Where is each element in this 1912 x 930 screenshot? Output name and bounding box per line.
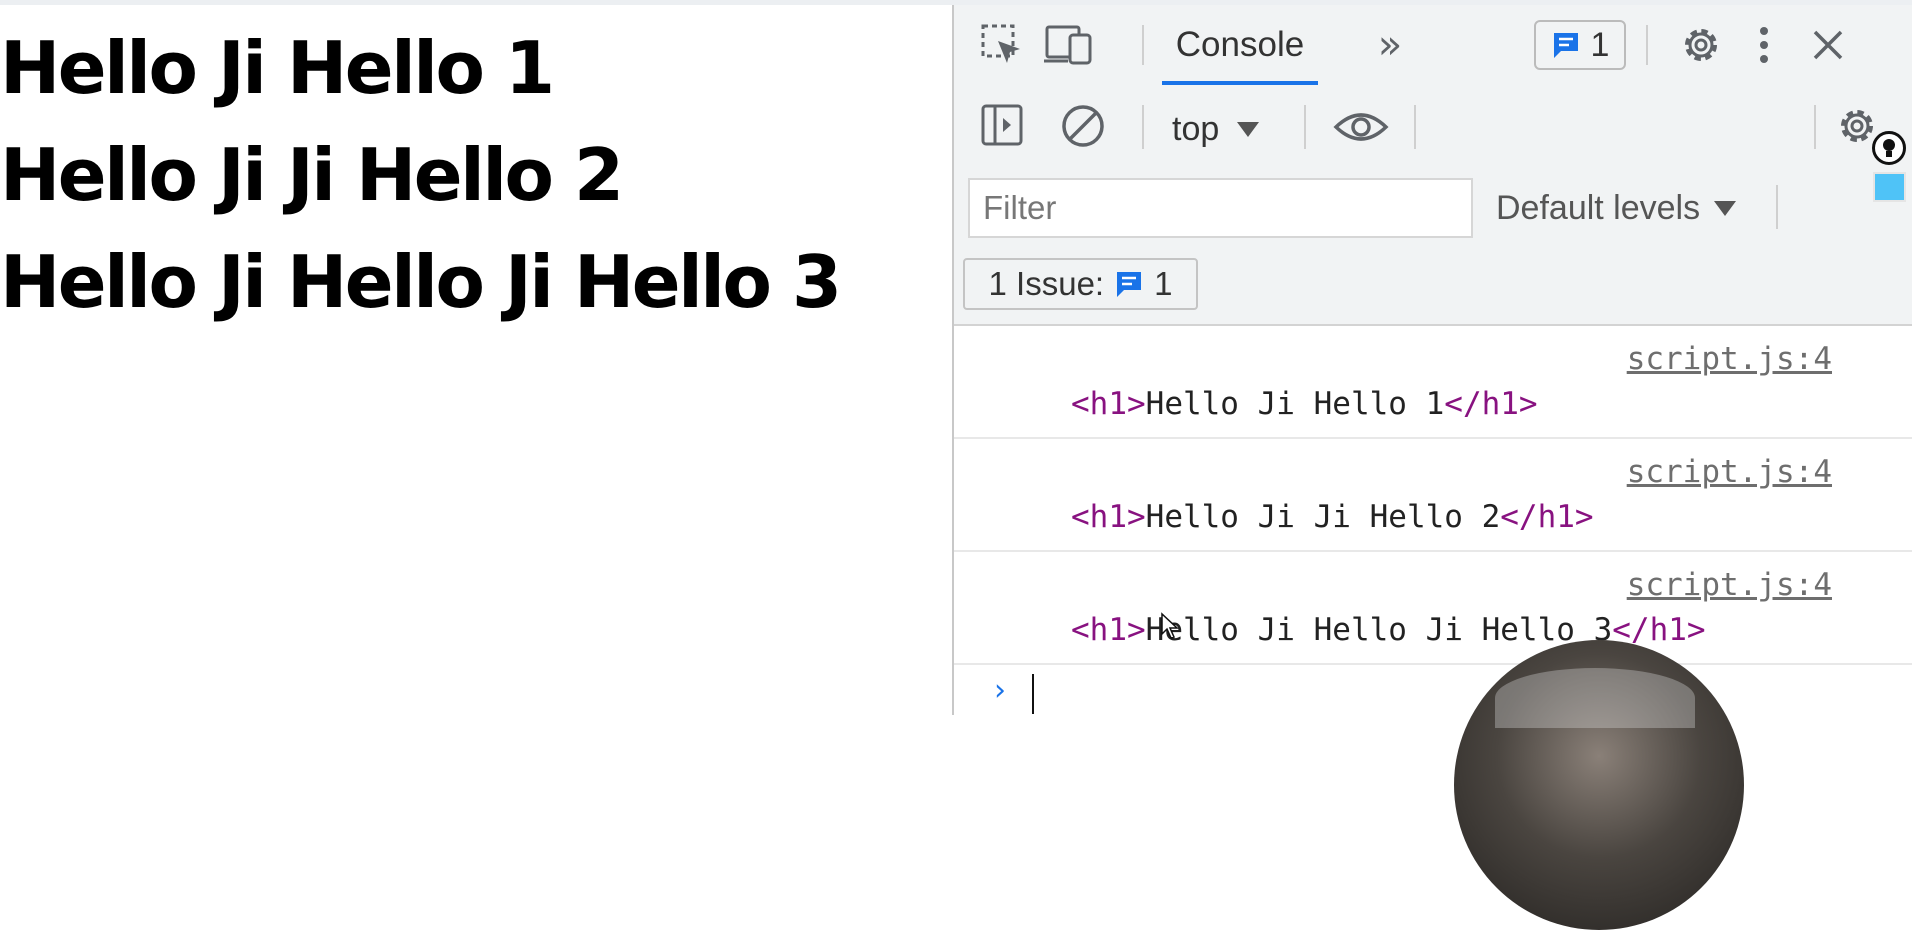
device-toolbar-icon[interactable] bbox=[1044, 23, 1094, 67]
open-tag: <h1> bbox=[1071, 499, 1146, 535]
clear-console-icon[interactable] bbox=[1060, 103, 1106, 149]
devtools-main-toolbar: Console » 1 bbox=[954, 5, 1912, 85]
message-icon bbox=[1117, 272, 1142, 297]
live-expression-eye-icon[interactable] bbox=[1332, 105, 1390, 149]
source-link[interactable]: script.js:4 bbox=[1627, 341, 1832, 377]
page-heading-3: Hello Ji Hello Ji Hello 3 bbox=[0, 240, 842, 324]
toolbar-divider bbox=[1646, 25, 1648, 65]
console-toolbar: top bbox=[954, 85, 1912, 170]
source-link[interactable]: script.js:4 bbox=[1627, 567, 1832, 603]
devtools-panel: Console » 1 top Filter Default levels 1 … bbox=[952, 5, 1912, 715]
element-text: Hello Ji Ji Hello 2 bbox=[1145, 499, 1501, 535]
kebab-menu-icon[interactable] bbox=[1754, 23, 1774, 67]
page-heading-1: Hello Ji Hello 1 bbox=[0, 26, 555, 110]
open-tag: <h1> bbox=[1071, 386, 1146, 422]
toolbar-divider bbox=[1142, 25, 1144, 65]
issues-badge-button[interactable]: 1 bbox=[1534, 20, 1626, 70]
context-label: top bbox=[1172, 109, 1220, 148]
toolbar-divider bbox=[1776, 185, 1778, 229]
logged-element[interactable]: <h1>Hello Ji Ji Hello 2</h1> bbox=[1071, 499, 1594, 535]
console-log: script.js:4 <h1>Hello Ji Hello 1</h1> sc… bbox=[954, 326, 1912, 715]
toolbar-divider bbox=[1814, 105, 1816, 149]
lightbulb-extension-icon[interactable] bbox=[1872, 131, 1906, 165]
page-heading-2: Hello Ji Ji Hello 2 bbox=[0, 133, 624, 217]
console-input-caret[interactable] bbox=[1032, 674, 1034, 714]
close-tag: </h1> bbox=[1500, 499, 1594, 535]
mouse-cursor-icon bbox=[1161, 612, 1179, 639]
log-levels-label: Default levels bbox=[1496, 188, 1701, 227]
source-link[interactable]: script.js:4 bbox=[1627, 454, 1832, 490]
context-selector[interactable]: top bbox=[1172, 107, 1260, 151]
close-tag: </h1> bbox=[1444, 386, 1538, 422]
message-icon bbox=[1553, 33, 1578, 58]
toolbar-divider bbox=[1414, 105, 1416, 149]
filter-input[interactable] bbox=[968, 178, 1473, 238]
element-picker-icon[interactable] bbox=[980, 23, 1024, 67]
sidebar-toggle-icon[interactable] bbox=[980, 103, 1024, 147]
logged-element[interactable]: <h1>Hello Ji Hello 1</h1> bbox=[1071, 386, 1538, 422]
element-text: Hello Ji Hello Ji Hello 3 bbox=[1145, 612, 1613, 648]
issues-label: 1 Issue: bbox=[988, 265, 1105, 302]
close-icon[interactable] bbox=[1808, 25, 1848, 65]
toolbar-divider bbox=[1304, 105, 1306, 149]
more-tabs-icon[interactable]: » bbox=[1368, 22, 1412, 68]
chevron-down-icon bbox=[1237, 121, 1260, 137]
issues-bar: 1 Issue: 1 bbox=[954, 248, 1912, 326]
web-page: Hello Ji Hello 1 Hello Ji Ji Hello 2 Hel… bbox=[0, 5, 952, 715]
issues-count-button[interactable]: 1 Issue: 1 bbox=[963, 258, 1198, 310]
tab-console[interactable]: Console bbox=[1162, 5, 1318, 85]
gear-icon[interactable] bbox=[1678, 22, 1724, 68]
webcam-highlight bbox=[1495, 668, 1695, 728]
console-message: script.js:4 <h1>Hello Ji Hello Ji Hello … bbox=[954, 552, 1912, 665]
chevron-down-icon bbox=[1714, 200, 1737, 216]
console-message: script.js:4 <h1>Hello Ji Ji Hello 2</h1> bbox=[954, 439, 1912, 552]
open-tag: <h1> bbox=[1071, 612, 1146, 648]
toolbar-divider bbox=[1142, 105, 1144, 149]
log-levels-dropdown[interactable]: Default levels bbox=[1496, 186, 1737, 230]
issues-count: 1 bbox=[1154, 265, 1173, 302]
issues-badge-count: 1 bbox=[1590, 25, 1610, 64]
console-prompt-chevron-icon: › bbox=[994, 673, 1006, 708]
extension-badge-icon[interactable] bbox=[1873, 172, 1906, 202]
console-message: script.js:4 <h1>Hello Ji Hello 1</h1> bbox=[954, 326, 1912, 439]
element-text: Hello Ji Hello 1 bbox=[1145, 386, 1445, 422]
console-filter-bar: Default levels bbox=[954, 170, 1912, 248]
